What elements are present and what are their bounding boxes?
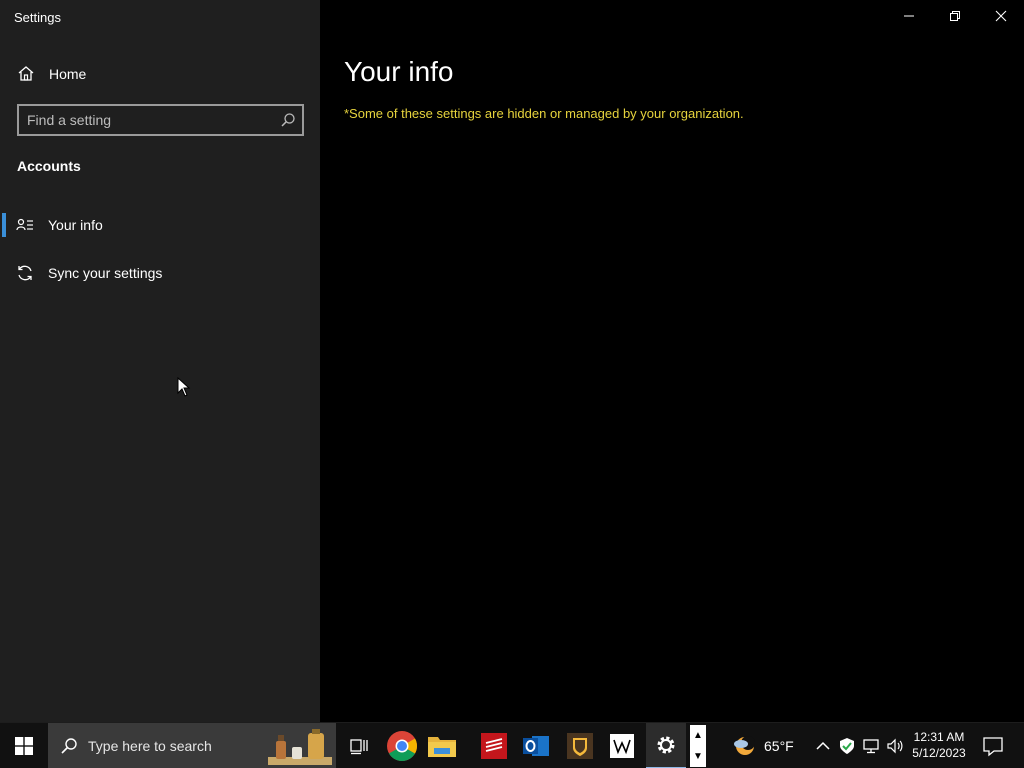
outlook-icon — [523, 736, 549, 756]
chevron-down-icon[interactable]: ▼ — [690, 746, 706, 767]
window-controls — [886, 0, 1024, 32]
sidebar-item-label: Your info — [48, 217, 103, 233]
person-list-icon — [16, 218, 33, 231]
bank-app-button[interactable] — [474, 723, 514, 768]
start-button[interactable] — [0, 723, 48, 768]
minimize-icon — [904, 15, 914, 17]
task-view-button[interactable] — [340, 723, 380, 768]
settings-app-button[interactable] — [646, 723, 686, 768]
volume-icon[interactable] — [886, 737, 904, 755]
shield-icon[interactable] — [838, 737, 856, 755]
sync-icon — [18, 265, 32, 281]
weather-widget[interactable]: 65°F — [732, 723, 812, 768]
wikipedia-icon — [610, 734, 634, 758]
sidebar-item-label: Sync your settings — [48, 265, 163, 281]
close-button[interactable] — [978, 0, 1024, 32]
ups-icon — [567, 733, 593, 759]
taskbar-scroll-arrows[interactable]: ▲ ▼ — [690, 725, 706, 767]
task-view-icon — [350, 739, 368, 755]
minimize-button[interactable] — [886, 0, 932, 32]
clock-time: 12:31 AM — [913, 730, 965, 744]
restore-icon — [950, 11, 960, 21]
search-icon — [61, 738, 77, 754]
ups-app-button[interactable] — [560, 723, 600, 768]
home-label: Home — [49, 66, 87, 82]
notification-center-icon[interactable] — [982, 735, 1004, 757]
bank-app-icon — [481, 733, 507, 759]
organization-notice: *Some of these settings are hidden or ma… — [344, 106, 744, 121]
chrome-app-button[interactable] — [382, 723, 422, 768]
page-title: Your info — [344, 56, 454, 87]
restore-button[interactable] — [932, 0, 978, 32]
section-title-accounts: Accounts — [17, 158, 81, 174]
windows-logo-icon — [15, 737, 33, 755]
app-title: Settings — [14, 10, 61, 25]
find-setting-search[interactable] — [17, 104, 304, 136]
mouse-cursor-icon — [177, 377, 191, 397]
sidebar-home[interactable]: Home — [0, 56, 320, 92]
network-icon[interactable] — [862, 737, 880, 755]
outlook-app-button[interactable] — [516, 723, 556, 768]
settings-window: Settings Home Accounts Yo — [0, 0, 1024, 722]
search-icon[interactable] — [280, 112, 296, 128]
sidebar: Settings Home Accounts Yo — [0, 0, 320, 722]
taskbar: Type here to search ▲ ▼ 65°F 12:31 AM 5/… — [0, 722, 1024, 768]
search-input[interactable] — [27, 111, 277, 129]
chevron-up-icon[interactable]: ▲ — [690, 725, 706, 746]
home-icon — [18, 66, 34, 81]
wikipedia-app-button[interactable] — [602, 723, 642, 768]
search-highlight-art-icon — [268, 729, 332, 765]
sidebar-item-sync-settings[interactable]: Sync your settings — [0, 255, 320, 291]
clock-date: 5/12/2023 — [912, 746, 966, 760]
folder-icon — [428, 737, 456, 757]
chrome-icon — [387, 731, 418, 762]
chevron-up-icon[interactable] — [814, 737, 832, 755]
gear-icon — [657, 736, 675, 754]
sidebar-item-your-info[interactable]: Your info — [0, 207, 320, 243]
taskbar-search-box[interactable]: Type here to search — [48, 723, 336, 768]
weather-temperature: 65°F — [764, 738, 794, 754]
file-explorer-app-button[interactable] — [422, 723, 462, 768]
weather-moon-cloud-icon — [734, 736, 755, 755]
taskbar-clock[interactable]: 12:31 AM 5/12/2023 — [906, 729, 972, 761]
taskbar-search-label: Type here to search — [88, 738, 212, 754]
close-icon — [995, 10, 1007, 22]
